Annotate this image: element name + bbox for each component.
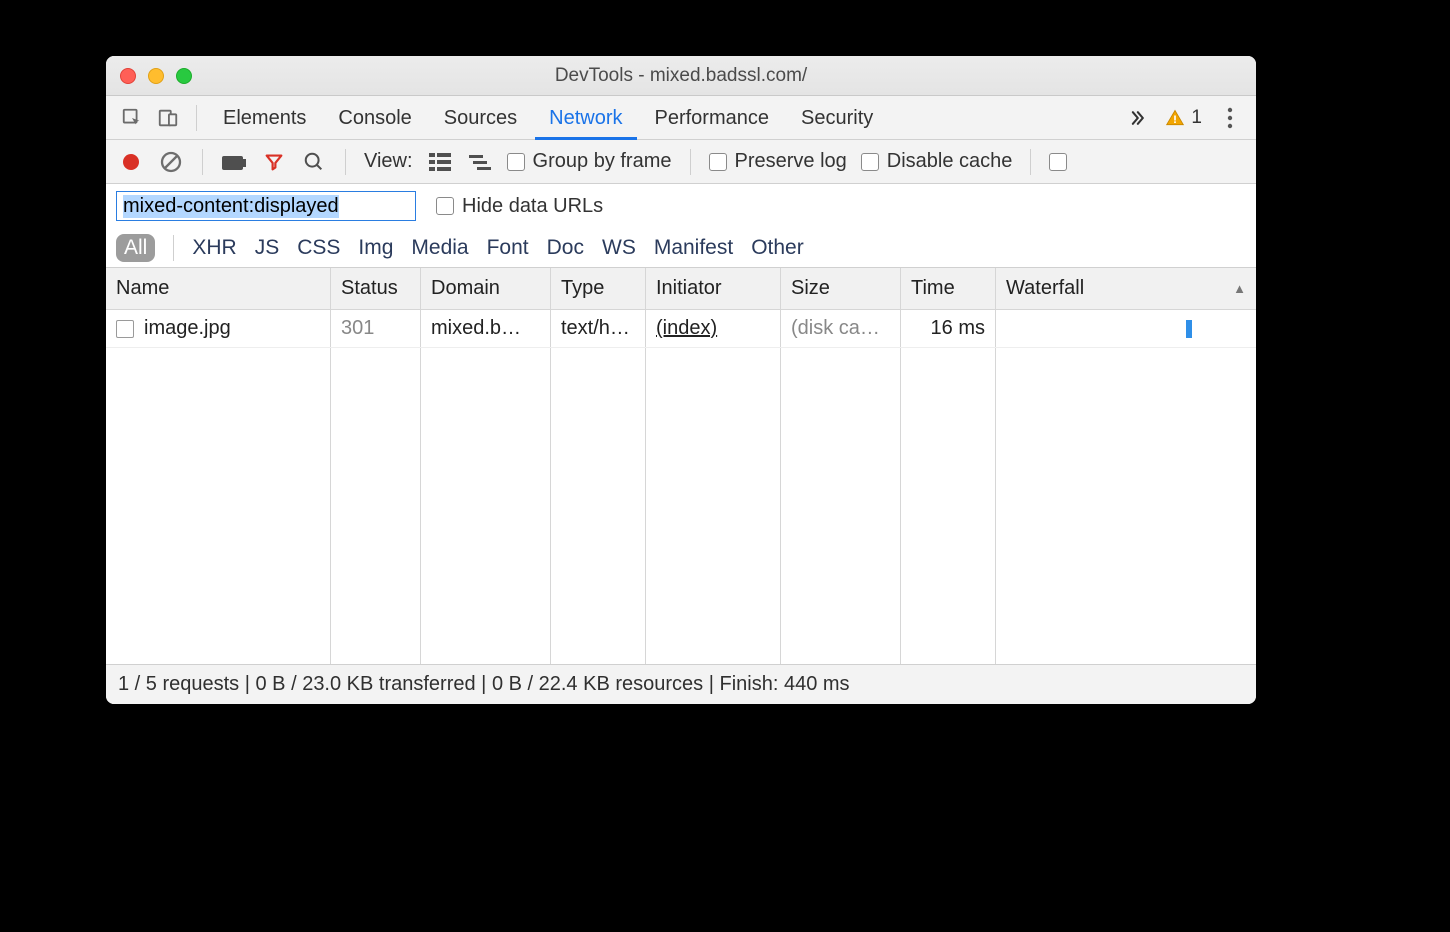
- cell-time: 16 ms: [901, 310, 996, 347]
- tab-sources[interactable]: Sources: [430, 96, 531, 140]
- minimize-icon[interactable]: [148, 68, 164, 84]
- waterfall-bar: [1186, 320, 1192, 338]
- overview-icon[interactable]: [467, 149, 493, 175]
- separator: [1030, 149, 1031, 175]
- search-icon[interactable]: [301, 149, 327, 175]
- status-finish: Finish: 440 ms: [719, 673, 849, 696]
- tab-console[interactable]: Console: [324, 96, 425, 140]
- separator: [202, 149, 203, 175]
- disable-cache-label: Disable cache: [887, 150, 1013, 173]
- titlebar: DevTools - mixed.badssl.com/: [106, 56, 1256, 96]
- hide-data-urls-label: Hide data URLs: [462, 195, 603, 218]
- status-resources: 0 B / 22.4 KB resources: [492, 673, 703, 696]
- type-filter-media[interactable]: Media: [411, 236, 468, 260]
- capture-screenshots-icon[interactable]: [221, 149, 247, 175]
- separator: [196, 105, 197, 131]
- warnings-badge[interactable]: 1: [1165, 107, 1202, 129]
- network-toolbar: View: Group by frame Preserve log Disabl…: [106, 140, 1256, 184]
- type-filter-img[interactable]: Img: [358, 236, 393, 260]
- zoom-icon[interactable]: [176, 68, 192, 84]
- record-icon: [123, 154, 139, 170]
- type-filters: All XHR JS CSS Img Media Font Doc WS Man…: [106, 228, 1256, 268]
- table-row[interactable]: image.jpg 301 mixed.b… text/h… (index) (…: [106, 310, 1256, 348]
- checkbox-icon: [709, 153, 727, 171]
- checkbox-icon: [1049, 153, 1067, 171]
- more-tabs-icon[interactable]: [1121, 108, 1153, 128]
- col-size[interactable]: Size: [781, 268, 901, 309]
- table-body[interactable]: image.jpg 301 mixed.b… text/h… (index) (…: [106, 310, 1256, 664]
- panel-tabs: Elements Console Sources Network Perform…: [106, 96, 1256, 140]
- col-status[interactable]: Status: [331, 268, 421, 309]
- type-filter-other[interactable]: Other: [751, 236, 804, 260]
- type-filter-font[interactable]: Font: [487, 236, 529, 260]
- cell-size: (disk ca…: [781, 310, 901, 347]
- tab-elements[interactable]: Elements: [209, 96, 320, 140]
- kebab-menu-icon[interactable]: [1214, 102, 1246, 134]
- offline-checkbox-partial[interactable]: [1049, 153, 1067, 171]
- separator: [690, 149, 691, 175]
- inspect-element-icon[interactable]: [116, 102, 148, 134]
- cell-waterfall: [996, 310, 1256, 347]
- tab-performance[interactable]: Performance: [641, 96, 784, 140]
- close-icon[interactable]: [120, 68, 136, 84]
- filter-input[interactable]: [116, 191, 416, 221]
- hide-data-urls-checkbox[interactable]: Hide data URLs: [436, 195, 603, 218]
- traffic-lights: [120, 68, 192, 84]
- row-checkbox[interactable]: [116, 320, 134, 338]
- preserve-log-label: Preserve log: [735, 150, 847, 173]
- devtools-window: DevTools - mixed.badssl.com/ Elements Co…: [106, 56, 1256, 704]
- large-rows-icon[interactable]: [427, 149, 453, 175]
- status-requests: 1 / 5 requests: [118, 673, 239, 696]
- requests-table: Name Status Domain Type Initiator Size T…: [106, 268, 1256, 664]
- group-by-frame-label: Group by frame: [533, 150, 672, 173]
- clear-button[interactable]: [158, 149, 184, 175]
- col-type[interactable]: Type: [551, 268, 646, 309]
- col-domain[interactable]: Domain: [421, 268, 551, 309]
- separator: [345, 149, 346, 175]
- warning-count: 1: [1191, 107, 1202, 129]
- type-filter-doc[interactable]: Doc: [547, 236, 584, 260]
- checkbox-icon: [507, 153, 525, 171]
- filter-icon[interactable]: [261, 149, 287, 175]
- col-time[interactable]: Time: [901, 268, 996, 309]
- window-title: DevTools - mixed.badssl.com/: [106, 65, 1256, 87]
- group-by-frame-checkbox[interactable]: Group by frame: [507, 150, 672, 173]
- filter-bar: Hide data URLs: [106, 184, 1256, 228]
- type-filter-all[interactable]: All: [116, 234, 155, 262]
- status-transferred: 0 B / 23.0 KB transferred: [256, 673, 476, 696]
- view-label: View:: [364, 150, 413, 173]
- type-filter-js[interactable]: JS: [255, 236, 280, 260]
- tab-network[interactable]: Network: [535, 96, 636, 140]
- status-bar: 1 / 5 requests | 0 B / 23.0 KB transferr…: [106, 664, 1256, 704]
- cell-type: text/h…: [551, 310, 646, 347]
- type-filter-css[interactable]: CSS: [297, 236, 340, 260]
- checkbox-icon: [436, 197, 454, 215]
- device-toolbar-icon[interactable]: [152, 102, 184, 134]
- table-header: Name Status Domain Type Initiator Size T…: [106, 268, 1256, 310]
- cell-name: image.jpg: [106, 310, 331, 347]
- cell-domain: mixed.b…: [421, 310, 551, 347]
- preserve-log-checkbox[interactable]: Preserve log: [709, 150, 847, 173]
- type-filter-xhr[interactable]: XHR: [192, 236, 236, 260]
- request-name: image.jpg: [144, 317, 231, 340]
- type-filter-ws[interactable]: WS: [602, 236, 636, 260]
- cell-initiator[interactable]: (index): [646, 310, 781, 347]
- tab-security[interactable]: Security: [787, 96, 887, 140]
- cell-status: 301: [331, 310, 421, 347]
- separator: [173, 235, 174, 261]
- col-initiator[interactable]: Initiator: [646, 268, 781, 309]
- checkbox-icon: [861, 153, 879, 171]
- disable-cache-checkbox[interactable]: Disable cache: [861, 150, 1013, 173]
- type-filter-manifest[interactable]: Manifest: [654, 236, 733, 260]
- record-button[interactable]: [118, 149, 144, 175]
- col-name[interactable]: Name: [106, 268, 331, 309]
- col-waterfall[interactable]: Waterfall: [996, 268, 1256, 309]
